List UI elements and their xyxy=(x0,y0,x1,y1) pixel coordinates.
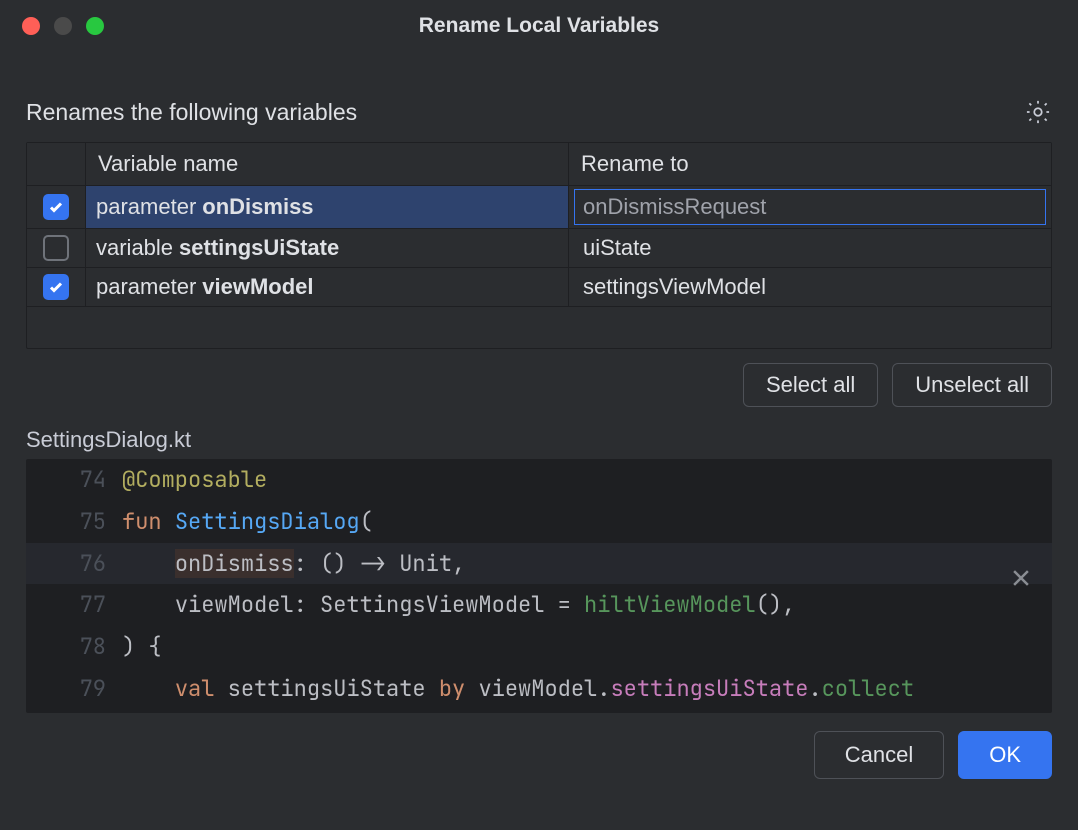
cancel-button[interactable]: Cancel xyxy=(814,731,944,779)
window-zoom-button[interactable] xyxy=(86,17,104,35)
rename-input[interactable] xyxy=(574,189,1046,225)
line-number: 78 xyxy=(26,626,122,668)
titlebar: Rename Local Variables xyxy=(0,0,1078,52)
variable-kind: parameter xyxy=(96,194,196,220)
window-title: Rename Local Variables xyxy=(0,14,1078,38)
line-number: 75 xyxy=(26,501,122,543)
window-close-button[interactable] xyxy=(22,17,40,35)
column-variable-name: Variable name xyxy=(85,143,568,186)
variables-table: Variable name Rename to parameter onDism… xyxy=(26,142,1052,349)
line-number: 74 xyxy=(26,459,122,501)
variable-name: viewModel xyxy=(202,274,313,300)
table-row[interactable]: parameter viewModel settingsViewModel xyxy=(27,267,1051,306)
unselect-all-button[interactable]: Unselect all xyxy=(892,363,1052,407)
dialog-subheading: Renames the following variables xyxy=(26,99,357,126)
ok-button[interactable]: OK xyxy=(958,731,1052,779)
line-number: 79 xyxy=(26,668,122,710)
variable-name: onDismiss xyxy=(202,194,313,220)
window-minimize-button[interactable] xyxy=(54,17,72,35)
row-checkbox[interactable] xyxy=(43,194,69,220)
gear-icon[interactable] xyxy=(1024,98,1052,126)
row-checkbox[interactable] xyxy=(43,274,69,300)
variable-kind: parameter xyxy=(96,274,196,300)
variable-kind: variable xyxy=(96,235,173,261)
row-checkbox[interactable] xyxy=(43,235,69,261)
table-spacer xyxy=(27,306,1051,348)
line-number: 76 xyxy=(26,543,122,585)
code-preview: 74@Composable 75fun SettingsDialog( 76 o… xyxy=(26,459,1052,713)
line-number: 77 xyxy=(26,584,122,626)
rename-value: uiState xyxy=(579,235,652,261)
table-header: Variable name Rename to xyxy=(27,143,1051,186)
preview-filename: SettingsDialog.kt xyxy=(26,427,1052,453)
table-row[interactable]: variable settingsUiState uiState xyxy=(27,228,1051,267)
column-rename-to: Rename to xyxy=(568,143,1051,186)
rename-value: settingsViewModel xyxy=(579,274,766,300)
select-all-button[interactable]: Select all xyxy=(743,363,878,407)
table-row[interactable]: parameter onDismiss xyxy=(27,186,1051,228)
variable-name: settingsUiState xyxy=(179,235,339,261)
close-icon[interactable] xyxy=(1010,561,1032,583)
traffic-lights xyxy=(0,17,104,35)
